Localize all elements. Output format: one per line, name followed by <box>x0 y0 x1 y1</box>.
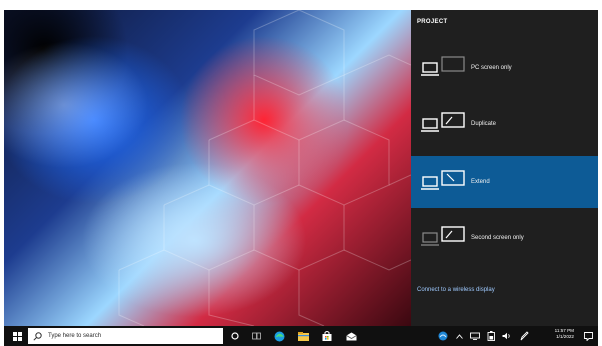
project-panel: PROJECT PC screen only Duplicate Extend … <box>411 10 598 326</box>
cortana-icon <box>231 332 239 340</box>
cortana-button[interactable] <box>228 326 242 346</box>
chevron-up-icon <box>455 333 463 339</box>
battery-icon <box>487 331 495 341</box>
option-pc-screen-only[interactable]: PC screen only <box>411 42 598 94</box>
volume-icon <box>502 332 510 340</box>
task-view-icon <box>251 332 261 340</box>
action-center-button[interactable] <box>580 326 596 346</box>
battery-button[interactable] <box>484 326 498 346</box>
duplicate-icon <box>421 112 465 132</box>
start-button[interactable] <box>8 326 26 346</box>
option-second-screen-only[interactable]: Second screen only <box>411 212 598 264</box>
show-hidden-icons-button[interactable] <box>453 326 465 346</box>
file-explorer-icon <box>297 331 309 341</box>
panel-title: PROJECT <box>417 19 448 25</box>
network-icon <box>470 332 480 340</box>
taskbar-search-box[interactable]: Type here to search <box>28 328 223 344</box>
file-explorer-button[interactable] <box>294 326 312 346</box>
search-icon <box>33 331 42 341</box>
wallpaper-hexagon-pattern <box>118 10 411 326</box>
pc-screen-only-icon <box>421 56 465 76</box>
volume-button[interactable] <box>500 326 514 346</box>
edge-button[interactable] <box>270 326 288 346</box>
weather-button[interactable] <box>436 326 450 346</box>
weather-icon <box>438 331 448 341</box>
store-button[interactable] <box>318 326 336 346</box>
connect-wireless-display-link[interactable]: Connect to a wireless display <box>417 287 495 293</box>
option-extend[interactable]: Extend <box>411 156 598 208</box>
option-label: Duplicate <box>471 121 497 127</box>
desktop-screen: PROJECT PC screen only Duplicate Extend … <box>4 10 598 346</box>
mail-icon <box>345 332 357 340</box>
notification-icon <box>583 331 593 341</box>
network-button[interactable] <box>468 326 482 346</box>
option-label: PC screen only <box>471 65 512 71</box>
edge-icon <box>274 331 284 341</box>
clock-date: 1/1/2022 <box>556 334 574 339</box>
store-icon <box>322 331 332 341</box>
pen-icon <box>520 331 529 341</box>
taskbar: Type here to search 11:57 PM 1/1/2022 <box>4 326 598 346</box>
option-label: Extend <box>471 179 490 185</box>
task-view-button[interactable] <box>249 326 263 346</box>
second-screen-only-icon <box>421 226 465 246</box>
search-placeholder: Type here to search <box>48 333 102 339</box>
desktop-wallpaper <box>4 10 411 326</box>
option-label: Second screen only <box>471 235 524 241</box>
mail-button[interactable] <box>342 326 360 346</box>
windows-start-icon <box>12 331 22 341</box>
pen-workspace-button[interactable] <box>517 326 531 346</box>
extend-icon <box>421 170 465 190</box>
option-duplicate[interactable]: Duplicate <box>411 98 598 150</box>
taskbar-clock[interactable]: 11:57 PM 1/1/2022 <box>544 328 574 340</box>
